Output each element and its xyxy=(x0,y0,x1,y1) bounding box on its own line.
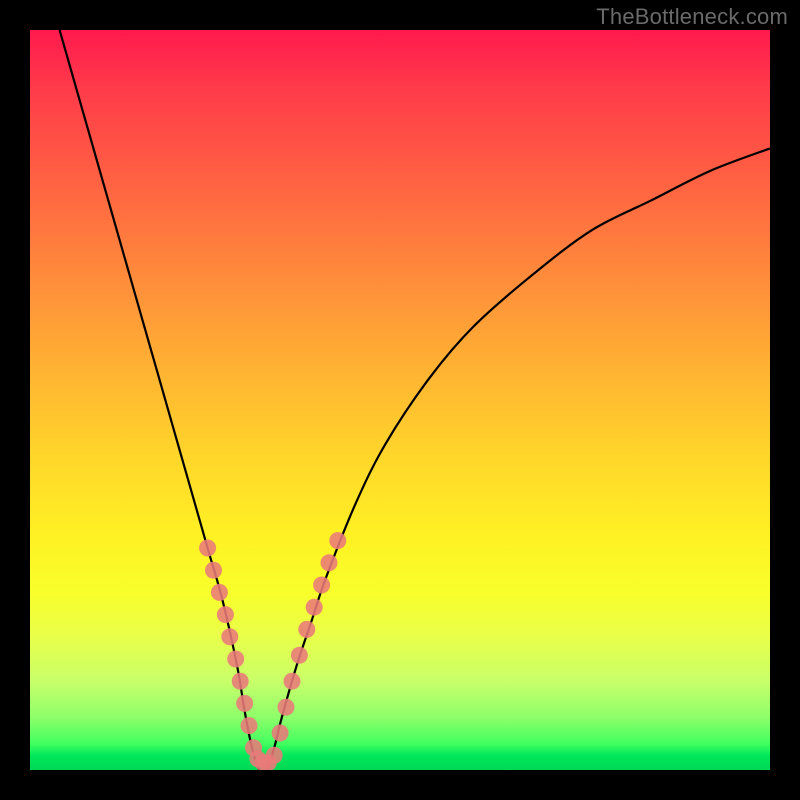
marker-point xyxy=(284,673,301,690)
marker-point xyxy=(232,673,249,690)
plot-area xyxy=(30,30,770,770)
watermark-text: TheBottleneck.com xyxy=(596,4,788,30)
highlighted-points xyxy=(199,532,346,770)
marker-point xyxy=(221,628,238,645)
marker-point xyxy=(313,577,330,594)
marker-point xyxy=(227,651,244,668)
marker-point xyxy=(211,584,228,601)
marker-point xyxy=(217,606,234,623)
marker-point xyxy=(199,540,216,557)
marker-point xyxy=(321,554,338,571)
marker-point xyxy=(306,599,323,616)
marker-point xyxy=(278,699,295,716)
marker-point xyxy=(266,747,283,764)
marker-point xyxy=(298,621,315,638)
marker-point xyxy=(329,532,346,549)
marker-point xyxy=(241,717,258,734)
marker-point xyxy=(236,695,253,712)
chart-frame: TheBottleneck.com xyxy=(0,0,800,800)
marker-point xyxy=(291,647,308,664)
bottleneck-curve-path xyxy=(60,30,770,770)
marker-point xyxy=(272,725,289,742)
marker-point xyxy=(205,562,222,579)
bottleneck-curve-svg xyxy=(30,30,770,770)
bottleneck-curve xyxy=(60,30,770,770)
